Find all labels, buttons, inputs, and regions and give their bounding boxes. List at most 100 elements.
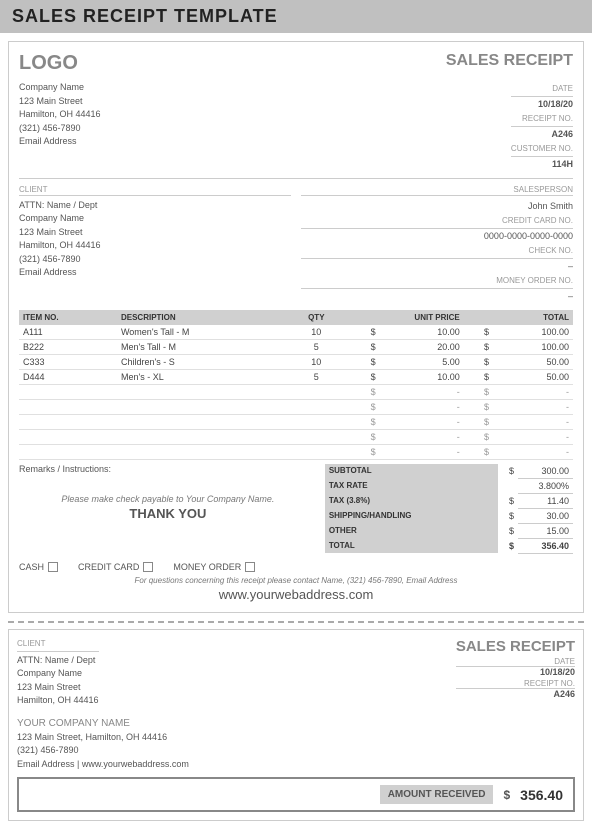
website: www.yourwebaddress.com (219, 587, 374, 602)
stub-date-value: 10/18/20 (456, 667, 575, 677)
cell-desc-empty (117, 399, 289, 414)
company-email: Email Address (19, 135, 101, 149)
shipping-dollar: $ (498, 508, 518, 523)
cell-unit-dollar-empty: $ (344, 429, 380, 444)
cell-desc-empty (117, 429, 289, 444)
other-row: OTHER $ 15.00 (325, 523, 573, 538)
bottom-section: Remarks / Instructions: Please make chec… (19, 464, 573, 554)
tax-dollar: $ (498, 493, 518, 508)
cell-qty-empty (289, 399, 344, 414)
website-line: www.yourwebaddress.com (19, 587, 573, 602)
cell-qty: 5 (289, 339, 344, 354)
amount-received-box: AMOUNT RECEIVED $ 356.40 (17, 777, 575, 812)
stub-company: YOUR COMPANY NAME 123 Main Street, Hamil… (17, 716, 575, 772)
stub-company-email: Email Address | www.yourwebaddress.com (17, 758, 575, 772)
stub-section: CLIENT ATTN: Name / Dept Company Name 12… (8, 629, 584, 822)
thank-you-block: Please make check payable to Your Compan… (19, 494, 317, 521)
tax-rate-row: TAX RATE 3.800% (325, 478, 573, 493)
cell-total: 100.00 (493, 325, 573, 340)
cell-unit-price: 20.00 (380, 339, 464, 354)
money-order-payment: MONEY ORDER (173, 562, 255, 572)
page-header: SALES RECEIPT TEMPLATE (0, 0, 592, 33)
table-row-empty: $ - $ - (19, 429, 573, 444)
table-row-empty: $ - $ - (19, 399, 573, 414)
cell-unit-price-empty: - (380, 384, 464, 399)
cell-total-dollar: $ (464, 339, 493, 354)
totals-section: SUBTOTAL $ 300.00 TAX RATE 3.800% TAX (3… (325, 464, 573, 554)
credit-card-label: CREDIT CARD NO. (301, 215, 573, 229)
cell-desc: Women's Tall - M (117, 325, 289, 340)
items-table: ITEM NO. DESCRIPTION QTY UNIT PRICE TOTA… (19, 310, 573, 460)
cell-total-empty: - (493, 429, 573, 444)
cell-unit-dollar-empty: $ (344, 444, 380, 459)
tax-row: TAX (3.8%) $ 11.40 (325, 493, 573, 508)
cell-total-dollar-empty: $ (464, 384, 493, 399)
right-info: DATE 10/18/20 RECEIPT NO. A246 CUSTOMER … (511, 81, 573, 172)
cell-item: B222 (19, 339, 117, 354)
cell-item: A111 (19, 325, 117, 340)
total-value: 356.40 (518, 538, 573, 553)
total-dollar: $ (498, 538, 518, 553)
table-row: C333 Children's - S 10 $ 5.00 $ 50.00 (19, 354, 573, 369)
cell-desc: Children's - S (117, 354, 289, 369)
cell-desc-empty (117, 444, 289, 459)
cell-qty-empty (289, 444, 344, 459)
subtotal-label: SUBTOTAL (325, 464, 498, 479)
shipping-label: SHIPPING/HANDLING (325, 508, 498, 523)
cell-desc-empty (117, 384, 289, 399)
stub-company-phone: (321) 456-7890 (17, 744, 575, 758)
cell-item: D444 (19, 369, 117, 384)
company-info: Company Name 123 Main Street Hamilton, O… (19, 81, 101, 172)
company-name: Company Name (19, 81, 101, 95)
shipping-value: 30.00 (518, 508, 573, 523)
table-row: D444 Men's - XL 5 $ 10.00 $ 50.00 (19, 369, 573, 384)
table-row: B222 Men's Tall - M 5 $ 20.00 $ 100.00 (19, 339, 573, 354)
cell-qty: 10 (289, 354, 344, 369)
cash-checkbox[interactable] (48, 562, 58, 572)
cell-unit-price-empty: - (380, 429, 464, 444)
cell-unit-dollar-empty: $ (344, 384, 380, 399)
client-street: 123 Main Street (19, 226, 291, 240)
stub-receipt-no-value: A246 (456, 689, 575, 699)
check-payable: Please make check payable to Your Compan… (19, 494, 317, 504)
remarks-section: Remarks / Instructions: Please make chec… (19, 464, 317, 554)
client-company: Company Name (19, 212, 291, 226)
sales-receipt-title: SALES RECEIPT (446, 52, 573, 70)
credit-card-payment: CREDIT CARD (78, 562, 153, 572)
client-label: CLIENT (19, 185, 291, 196)
stub-company-name: YOUR COMPANY NAME (17, 716, 575, 731)
subtotal-value: 300.00 (518, 464, 573, 479)
contact-text: For questions concerning this receipt pl… (135, 576, 458, 585)
cell-total-dollar: $ (464, 369, 493, 384)
check-value: – (301, 259, 573, 273)
subtotal-dollar: $ (498, 464, 518, 479)
cell-unit-price-empty: - (380, 399, 464, 414)
cell-unit-dollar-empty: $ (344, 414, 380, 429)
cell-total-empty: - (493, 384, 573, 399)
col-qty: QTY (289, 310, 344, 325)
credit-card-payment-label: CREDIT CARD (78, 562, 139, 572)
tax-label: TAX (3.8%) (325, 493, 498, 508)
cell-total-dollar-empty: $ (464, 444, 493, 459)
cell-qty-empty (289, 414, 344, 429)
stub-date-label: DATE (456, 657, 575, 667)
col-item-no: ITEM NO. (19, 310, 117, 325)
other-value: 15.00 (518, 523, 573, 538)
subtotal-row: SUBTOTAL $ 300.00 (325, 464, 573, 479)
cell-item-empty (19, 384, 117, 399)
cell-desc: Men's - XL (117, 369, 289, 384)
thank-you: THANK YOU (19, 506, 317, 521)
cell-total: 50.00 (493, 369, 573, 384)
client-salesperson-row: CLIENT ATTN: Name / Dept Company Name 12… (19, 185, 573, 304)
money-order-checkbox[interactable] (245, 562, 255, 572)
cell-unit-dollar: $ (344, 354, 380, 369)
main-receipt: LOGO SALES RECEIPT Company Name 123 Main… (8, 41, 584, 613)
stub-sales-receipt-label: SALES RECEIPT (456, 638, 575, 655)
credit-card-checkbox[interactable] (143, 562, 153, 572)
cash-payment: CASH (19, 562, 58, 572)
table-row-empty: $ - $ - (19, 414, 573, 429)
cell-qty: 10 (289, 325, 344, 340)
total-row: TOTAL $ 356.40 (325, 538, 573, 553)
tax-rate-label: TAX RATE (325, 478, 498, 493)
money-order-payment-label: MONEY ORDER (173, 562, 241, 572)
